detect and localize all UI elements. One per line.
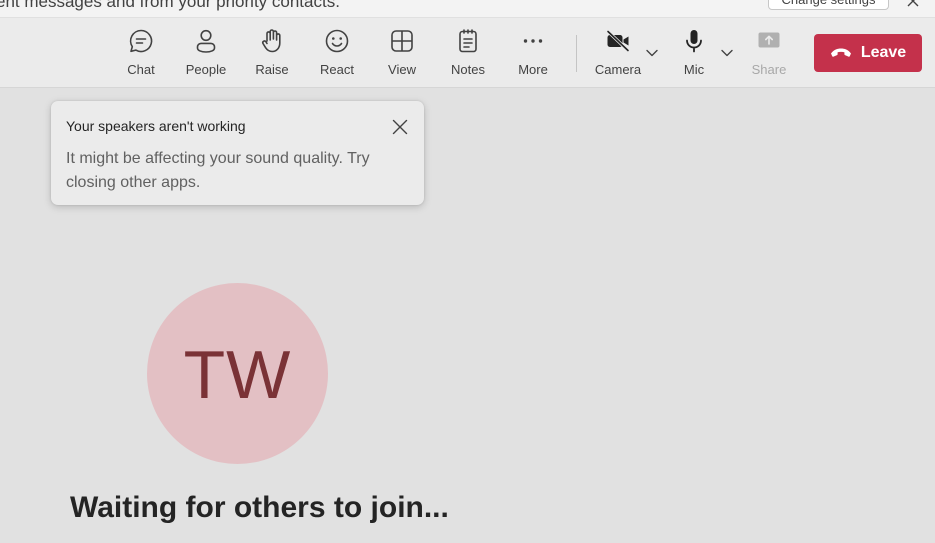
react-label: React [320,62,354,77]
avatar-initials: TW [183,336,292,413]
notes-label: Notes [451,62,485,77]
chat-button[interactable]: Chat [111,28,171,80]
notification-text: ent messages and from your priority cont… [0,0,340,11]
close-icon[interactable] [391,118,409,136]
more-button[interactable]: More [503,28,563,80]
share-button[interactable]: Share [739,28,799,80]
raise-label: Raise [255,62,289,77]
react-icon [325,29,349,53]
view-button[interactable]: View [372,28,432,80]
mic-label: Mic [683,62,705,77]
view-label: View [388,62,416,77]
meeting-toolbar: Chat People Raise React View Notes More … [0,18,935,88]
people-icon [196,29,216,53]
speaker-warning-toast: Your speakers aren't working It might be… [51,101,424,205]
chat-icon [129,29,153,53]
more-icon [523,39,543,43]
mic-options-chevron-icon[interactable] [720,46,734,60]
camera-options-chevron-icon[interactable] [645,46,659,60]
leave-button[interactable]: Leave [814,34,922,72]
raise-hand-icon [262,29,281,53]
waiting-status: Waiting for others to join... [70,491,449,524]
react-button[interactable]: React [307,28,367,80]
mic-icon [686,30,702,53]
chat-label: Chat [127,62,155,77]
notification-banner: ent messages and from your priority cont… [0,0,935,18]
toolbar-divider [576,35,577,72]
notes-button[interactable]: Notes [438,28,498,80]
toast-message: It might be affecting your sound quality… [66,150,370,191]
avatar: TW [147,283,328,464]
view-icon [391,30,413,52]
more-label: More [518,62,548,77]
change-settings-button[interactable]: Change settings [768,0,889,10]
share-label: Share [751,62,787,77]
raise-hand-button[interactable]: Raise [242,28,302,80]
toast-title: Your speakers aren't working [66,118,246,134]
camera-label: Camera [594,62,642,77]
notes-icon [459,29,477,53]
people-button[interactable]: People [176,28,236,80]
hang-up-icon [830,48,851,57]
camera-button[interactable]: Camera [588,28,648,80]
leave-label: Leave [860,44,907,61]
close-icon[interactable] [906,0,924,8]
camera-off-icon [606,29,630,53]
share-icon [758,32,780,48]
people-label: People [185,62,227,77]
mic-button[interactable]: Mic [664,28,724,80]
